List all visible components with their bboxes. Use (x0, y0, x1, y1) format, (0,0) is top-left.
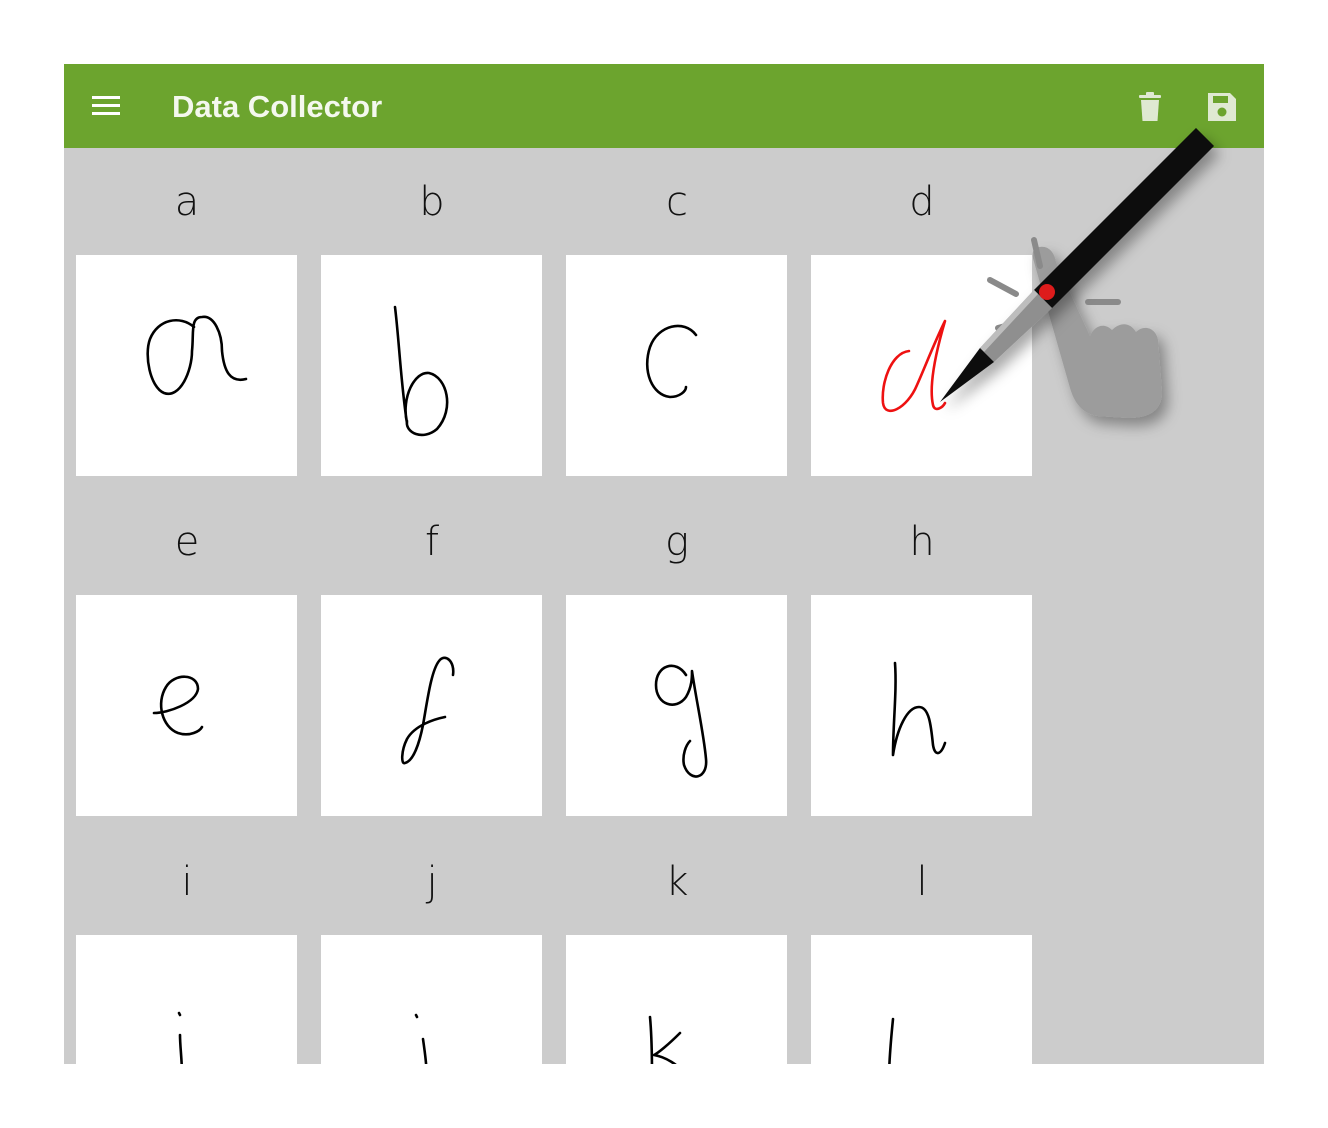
drawing-pad-j[interactable] (321, 935, 542, 1064)
letter-cell-c: c (566, 148, 788, 488)
letter-label: d (909, 179, 935, 225)
menu-icon[interactable] (88, 90, 124, 122)
app-toolbar: Data Collector (64, 64, 1264, 148)
drawing-pad-e[interactable] (76, 595, 297, 816)
drawing-pad-d[interactable] (811, 255, 1032, 476)
letter-label: b (419, 179, 445, 225)
letter-cell-k: k (566, 828, 788, 1064)
app-title: Data Collector (172, 89, 383, 124)
drawing-pad-l[interactable] (811, 935, 1032, 1064)
letter-cell-d: d (811, 148, 1033, 488)
letter-cell-h: h (811, 488, 1033, 828)
letter-cell-i: i (76, 828, 298, 1064)
letter-cell-g: g (566, 488, 788, 828)
letter-label: j (426, 859, 438, 905)
letter-cell-f: f (321, 488, 543, 828)
letter-label: h (909, 519, 935, 565)
drawing-pad-c[interactable] (566, 255, 787, 476)
drawing-pad-h[interactable] (811, 595, 1032, 816)
letter-label: l (916, 859, 928, 905)
letter-cell-l: l (811, 828, 1033, 1064)
letter-label: c (666, 179, 688, 225)
letter-cell-e: e (76, 488, 298, 828)
letter-cell-b: b (321, 148, 543, 488)
letter-label: e (174, 519, 200, 565)
drawing-pad-i[interactable] (76, 935, 297, 1064)
letter-cell-a: a (76, 148, 298, 488)
app-window: Data Collector a b c d e f g h i j k l (64, 64, 1264, 1064)
letter-label: f (424, 519, 440, 565)
drawing-pad-k[interactable] (566, 935, 787, 1064)
drawing-pad-a[interactable] (76, 255, 297, 476)
drawing-pad-g[interactable] (566, 595, 787, 816)
letter-grid: a b c d e f g h i j k l (64, 148, 1264, 1064)
letter-label: g (664, 519, 689, 565)
delete-icon[interactable] (1133, 90, 1167, 124)
letter-cell-j: j (321, 828, 543, 1064)
letter-label: a (174, 179, 200, 225)
letter-label: i (181, 859, 193, 905)
drawing-pad-f[interactable] (321, 595, 542, 816)
letter-label: k (665, 859, 689, 905)
save-icon[interactable] (1205, 90, 1239, 124)
drawing-pad-b[interactable] (321, 255, 542, 476)
